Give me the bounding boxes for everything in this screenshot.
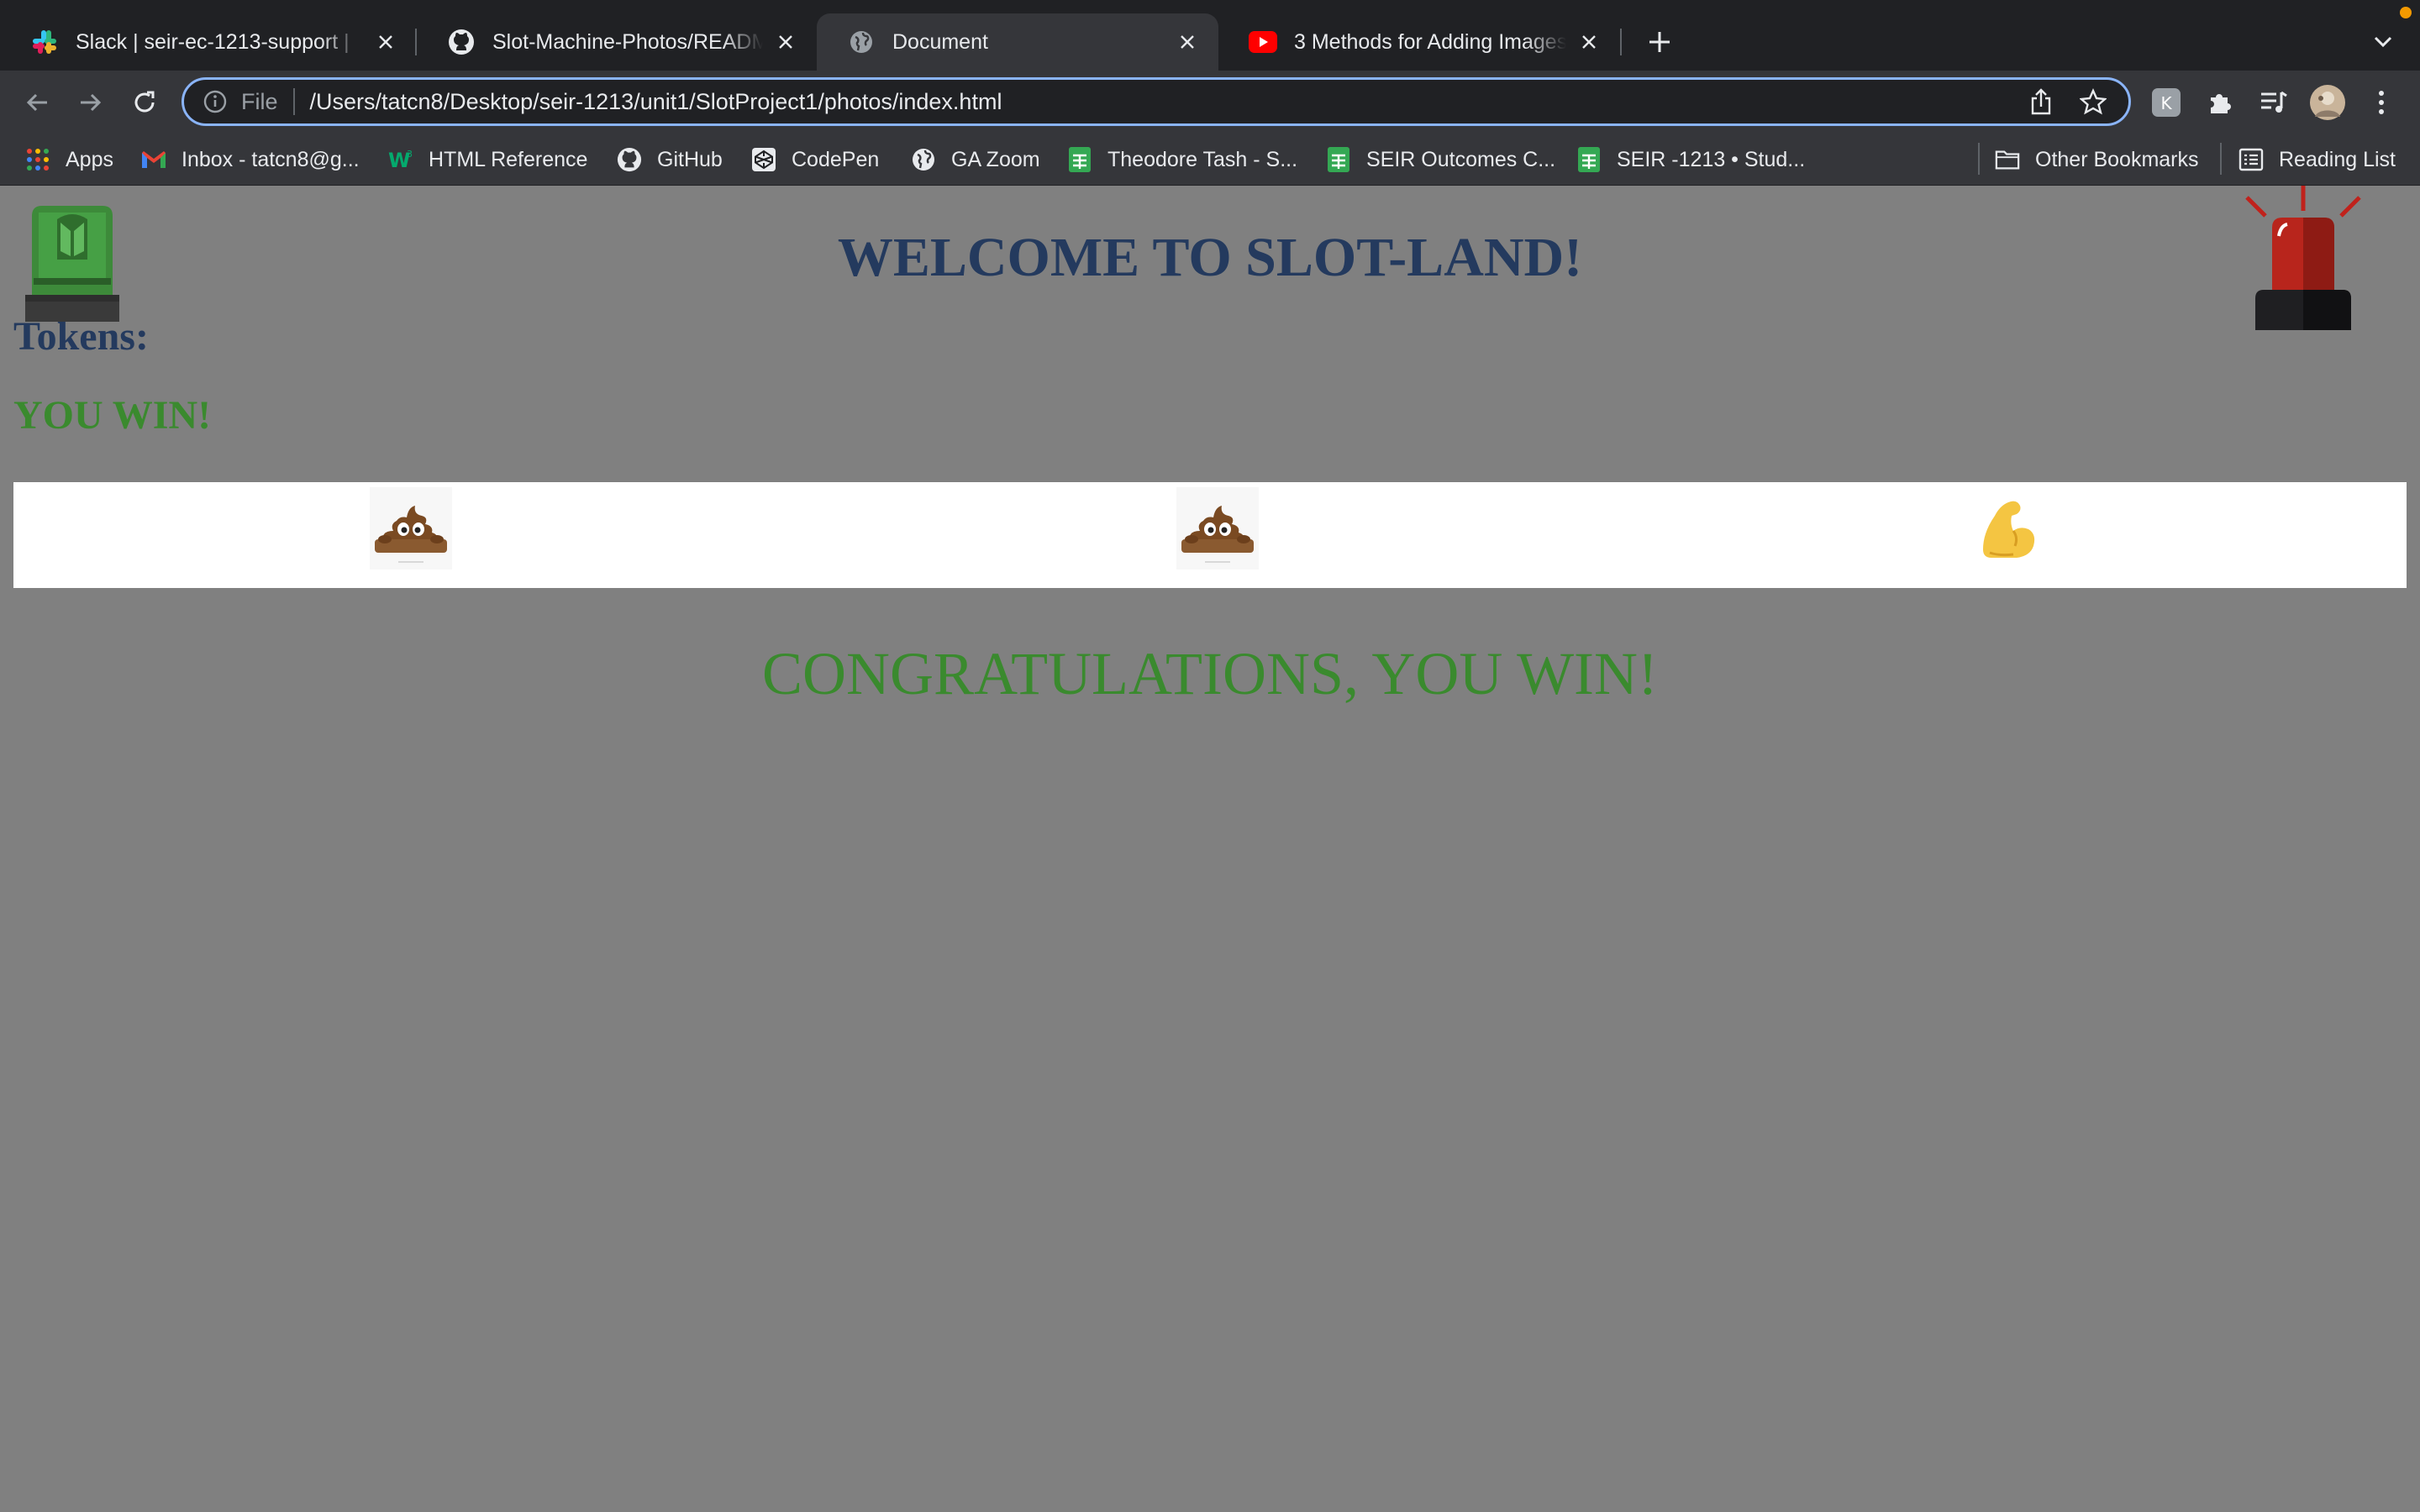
gmail-icon [141,147,166,172]
page-title: WELCOME TO SLOT-LAND! [837,227,1583,288]
url-scheme-label: File [241,88,278,114]
slack-icon [30,28,59,56]
sheets-icon [1067,147,1092,172]
congratulations-message: CONGRATULATIONS, YOU WIN! [762,640,1658,707]
tab-slack[interactable]: Slack | seir-ec-1213-support | [0,13,417,71]
forward-button[interactable] [71,82,111,123]
tab-title: Document [892,29,988,54]
tab-github[interactable]: Slot-Machine-Photos/README [417,13,817,71]
address-bar[interactable]: File /Users/tatcn8/Desktop/seir-1213/uni… [182,77,2131,126]
red-siren-icon [2244,186,2363,330]
bookmarks-bar: Apps Inbox - tatcn8@g... W3 HTML Referen… [0,134,2420,186]
result-message: YOU WIN! [13,393,212,438]
bookmark-label: Inbox - tatcn8@g... [182,147,360,171]
close-icon[interactable] [1576,29,1602,55]
globe-icon [911,147,936,172]
youtube-icon [1249,28,1277,56]
bookmark-label: SEIR Outcomes C... [1366,147,1556,171]
reel-3-flexed-biceps-icon [1966,487,2049,570]
bookmark-github[interactable]: GitHub [617,143,723,176]
bookmark-label: GitHub [657,147,723,171]
bookmark-label: GA Zoom [951,147,1040,171]
close-icon[interactable] [373,29,398,55]
star-icon[interactable] [2076,85,2110,118]
bookmark-codepen[interactable]: CodePen [751,143,879,176]
notification-dot [2400,7,2412,18]
page-viewport: WELCOME TO SLOT-LAND! Tokens: YOU WIN! C… [0,186,2420,1512]
folder-icon [1995,147,2020,172]
bookmark-seir-outcomes[interactable]: SEIR Outcomes C... [1326,143,1555,176]
reading-list-button[interactable]: Reading List [2238,143,2396,176]
share-icon[interactable] [2024,85,2058,118]
bookmark-label: Apps [66,147,113,171]
omnibox-divider [292,88,295,115]
bookmark-other-bookmarks[interactable]: Other Bookmarks [1995,143,2199,176]
extension-k-icon[interactable]: K [2146,82,2186,123]
tokens-label: Tokens: [13,314,149,359]
media-queue-icon[interactable] [2254,82,2294,123]
url-text[interactable]: /Users/tatcn8/Desktop/seir-1213/unit1/Sl… [310,89,2024,115]
apps-grid-icon [25,147,50,172]
globe-icon [847,28,876,56]
sheets-icon [1326,147,1351,172]
puzzle-icon[interactable] [2200,82,2240,123]
slot-reels [13,482,2407,588]
bookmark-label: Other Bookmarks [2035,147,2199,171]
new-tab-button[interactable] [1643,25,1676,59]
close-icon[interactable] [1175,29,1200,55]
svg-text:K: K [2160,93,2172,113]
bookmarks-divider [2220,143,2222,175]
svg-text:3: 3 [407,149,413,160]
bookmark-seir-1213[interactable]: SEIR -1213 • Stud... [1576,143,1805,176]
more-menu-icon[interactable] [2361,82,2402,123]
info-icon[interactable] [203,89,228,114]
back-button[interactable] [17,82,57,123]
bookmarks-divider [1978,143,1980,175]
bookmark-label: SEIR -1213 • Stud... [1617,147,1806,171]
reload-button[interactable] [124,82,165,123]
tab-divider [1620,29,1622,55]
sheets-icon [1576,147,1602,172]
bookmark-theodore-tash[interactable]: Theodore Tash - S... [1067,143,1297,176]
reel-2-poop-icon [1176,487,1259,570]
bookmark-label: Theodore Tash - S... [1107,147,1298,171]
tab-title: 3 Methods for Adding Images t [1294,29,1566,54]
tab-title: Slot-Machine-Photos/README [492,29,763,54]
reading-list-icon [2238,147,2264,172]
tab-strip: Slack | seir-ec-1213-support | Slot-Mach… [0,0,2420,71]
bookmark-ga-zoom[interactable]: GA Zoom [911,143,1040,176]
bookmark-label: HTML Reference [429,147,588,171]
bookmark-label: CodePen [792,147,880,171]
github-icon [617,147,642,172]
tab-youtube[interactable]: 3 Methods for Adding Images t [1218,13,1620,71]
bookmark-apps[interactable]: Apps [25,143,113,176]
w3schools-icon: W3 [388,147,413,172]
github-icon [447,28,476,56]
close-icon[interactable] [773,29,798,55]
chevron-down-icon[interactable] [2368,27,2398,57]
bookmark-label: Reading List [2279,147,2396,171]
bookmark-html-reference[interactable]: W3 HTML Reference [388,143,587,176]
profile-avatar[interactable] [2307,82,2348,123]
codepen-icon [751,147,776,172]
browser-toolbar: File /Users/tatcn8/Desktop/seir-1213/uni… [0,71,2420,134]
tab-title: Slack | seir-ec-1213-support | [76,29,350,54]
reel-1-poop-icon [370,487,452,570]
tab-document[interactable]: Document [817,13,1218,71]
bookmark-inbox[interactable]: Inbox - tatcn8@g... [141,143,360,176]
